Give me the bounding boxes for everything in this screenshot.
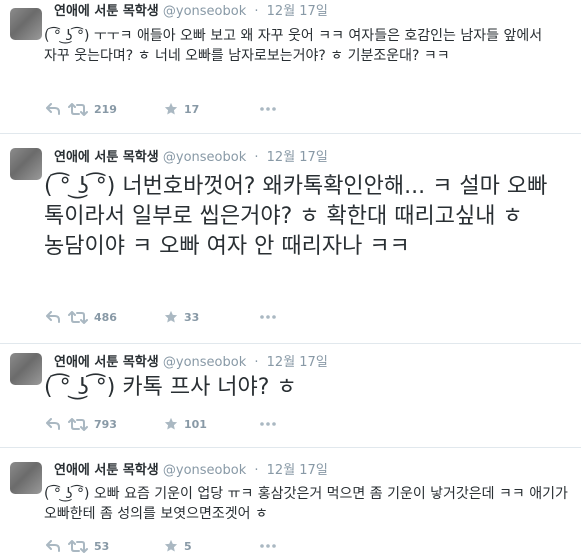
tweet-header: 연애에 서툰 목학생 @yonseobok · 12월 17일 bbox=[54, 354, 328, 372]
reply-icon bbox=[46, 540, 60, 552]
reply-button[interactable] bbox=[46, 103, 68, 115]
tweet-text: ( ͡° ͜ʖ ͡°) 카톡 프사 너야? ㅎ bbox=[44, 375, 297, 400]
more-icon bbox=[260, 422, 276, 426]
retweet-count: 486 bbox=[94, 310, 117, 324]
display-name[interactable]: 연애에 서툰 목학생 bbox=[54, 355, 159, 370]
timestamp[interactable]: 12월 17일 bbox=[267, 150, 328, 165]
favorite-count: 101 bbox=[184, 417, 207, 431]
tweet-actions: 219 17 bbox=[46, 100, 276, 118]
tweet[interactable]: 연애에 서툰 목학생 @yonseobok · 12월 17일 ( ͡° ͜ʖ … bbox=[0, 448, 581, 560]
separator-dot: · bbox=[254, 463, 259, 478]
reply-icon bbox=[46, 311, 60, 323]
more-icon bbox=[260, 315, 276, 319]
retweet-button[interactable]: 219 bbox=[68, 102, 164, 116]
reply-button[interactable] bbox=[46, 311, 68, 323]
more-button[interactable] bbox=[260, 544, 276, 548]
tweet-actions: 53 5 bbox=[46, 537, 276, 555]
tweet-text: ( ͡° ͜ʖ ͡°) 너번호바껏어? 왜카톡확인안해... ㅋ 설마 오빠 톡… bbox=[44, 174, 548, 259]
reply-icon bbox=[46, 418, 60, 430]
display-name[interactable]: 연애에 서툰 목학생 bbox=[54, 4, 159, 19]
retweet-icon bbox=[68, 102, 88, 116]
retweet-icon bbox=[68, 539, 88, 553]
tweet-header: 연애에 서툰 목학생 @yonseobok · 12월 17일 bbox=[54, 3, 328, 21]
retweet-count: 53 bbox=[94, 539, 110, 553]
avatar[interactable] bbox=[10, 148, 42, 180]
reply-icon bbox=[46, 103, 60, 115]
favorite-button[interactable]: 33 bbox=[164, 310, 260, 324]
more-icon bbox=[260, 107, 276, 111]
reply-button[interactable] bbox=[46, 418, 68, 430]
retweet-icon bbox=[68, 417, 88, 431]
timestamp[interactable]: 12월 17일 bbox=[267, 4, 328, 19]
retweet-button[interactable]: 793 bbox=[68, 417, 164, 431]
favorite-button[interactable]: 101 bbox=[164, 417, 260, 431]
tweet-text: ( ͡° ͜ʖ ͡°) 오빠 요즘 기운이 업당 ㅠㅋ 홍삼갓은거 먹으면 좀 … bbox=[44, 486, 568, 522]
retweet-icon bbox=[68, 310, 88, 324]
favorite-count: 17 bbox=[184, 102, 200, 116]
reply-button[interactable] bbox=[46, 540, 68, 552]
star-icon bbox=[164, 539, 178, 552]
more-button[interactable] bbox=[260, 422, 276, 426]
username[interactable]: @yonseobok bbox=[163, 355, 246, 370]
retweet-button[interactable]: 53 bbox=[68, 539, 164, 553]
more-button[interactable] bbox=[260, 315, 276, 319]
favorite-count: 33 bbox=[184, 310, 200, 324]
tweet[interactable]: 연애에 서툰 목학생 @yonseobok · 12월 17일 ( ͡° ͜ʖ … bbox=[0, 134, 581, 344]
separator-dot: · bbox=[254, 355, 259, 370]
retweet-count: 793 bbox=[94, 417, 117, 431]
favorite-button[interactable]: 17 bbox=[164, 102, 260, 116]
star-icon bbox=[164, 417, 178, 430]
display-name[interactable]: 연애에 서툰 목학생 bbox=[54, 150, 159, 165]
timestamp[interactable]: 12월 17일 bbox=[267, 355, 328, 370]
avatar[interactable] bbox=[10, 353, 42, 385]
star-icon bbox=[164, 102, 178, 115]
avatar[interactable] bbox=[10, 462, 42, 494]
retweet-count: 219 bbox=[94, 102, 117, 116]
star-icon bbox=[164, 310, 178, 323]
retweet-button[interactable]: 486 bbox=[68, 310, 164, 324]
favorite-button[interactable]: 5 bbox=[164, 539, 260, 553]
username[interactable]: @yonseobok bbox=[163, 463, 246, 478]
tweet-header: 연애에 서툰 목학생 @yonseobok · 12월 17일 bbox=[54, 149, 328, 167]
more-button[interactable] bbox=[260, 107, 276, 111]
username[interactable]: @yonseobok bbox=[163, 150, 246, 165]
avatar[interactable] bbox=[10, 8, 42, 40]
tweet[interactable]: 연애에 서툰 목학생 @yonseobok · 12월 17일 ( ͡° ͜ʖ … bbox=[0, 0, 581, 134]
separator-dot: · bbox=[254, 4, 259, 19]
tweet-text: ( ͡° ͜ʖ ͡°) ㅜㅜㅋ 애들아 오빠 보고 왜 자꾸 웃어 ㅋㅋ 여자들… bbox=[44, 28, 543, 64]
separator-dot: · bbox=[254, 150, 259, 165]
tweet-actions: 793 101 bbox=[46, 415, 276, 433]
username[interactable]: @yonseobok bbox=[163, 4, 246, 19]
favorite-count: 5 bbox=[184, 539, 192, 553]
more-icon bbox=[260, 544, 276, 548]
tweet-header: 연애에 서툰 목학생 @yonseobok · 12월 17일 bbox=[54, 462, 328, 480]
tweet-actions: 486 33 bbox=[46, 308, 276, 326]
display-name[interactable]: 연애에 서툰 목학생 bbox=[54, 463, 159, 478]
timestamp[interactable]: 12월 17일 bbox=[267, 463, 328, 478]
tweet[interactable]: 연애에 서툰 목학생 @yonseobok · 12월 17일 ( ͡° ͜ʖ … bbox=[0, 344, 581, 448]
